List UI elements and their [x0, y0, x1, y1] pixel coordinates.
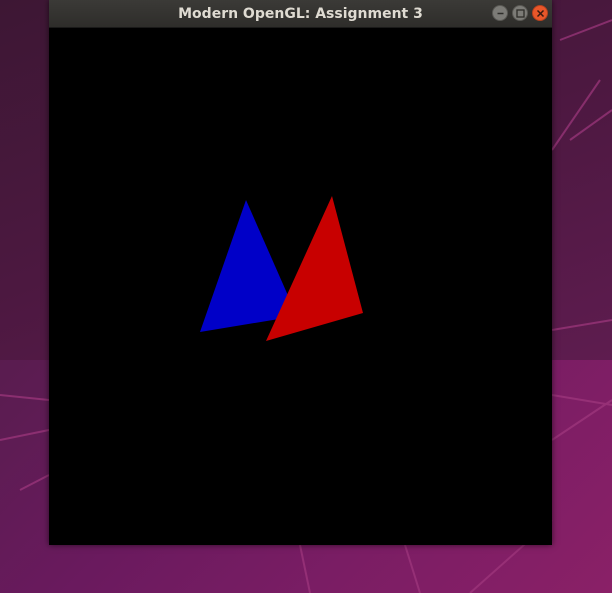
close-icon — [536, 9, 545, 18]
app-window: Modern OpenGL: Assignment 3 — [49, 0, 552, 545]
window-titlebar[interactable]: Modern OpenGL: Assignment 3 — [49, 0, 552, 28]
maximize-button[interactable] — [512, 5, 528, 21]
red-triangle — [266, 196, 363, 341]
minimize-button[interactable] — [492, 5, 508, 21]
window-title: Modern OpenGL: Assignment 3 — [178, 6, 423, 22]
maximize-icon — [516, 9, 525, 18]
close-button[interactable] — [532, 5, 548, 21]
minimize-icon — [497, 12, 504, 15]
opengl-render-canvas[interactable] — [49, 28, 552, 545]
